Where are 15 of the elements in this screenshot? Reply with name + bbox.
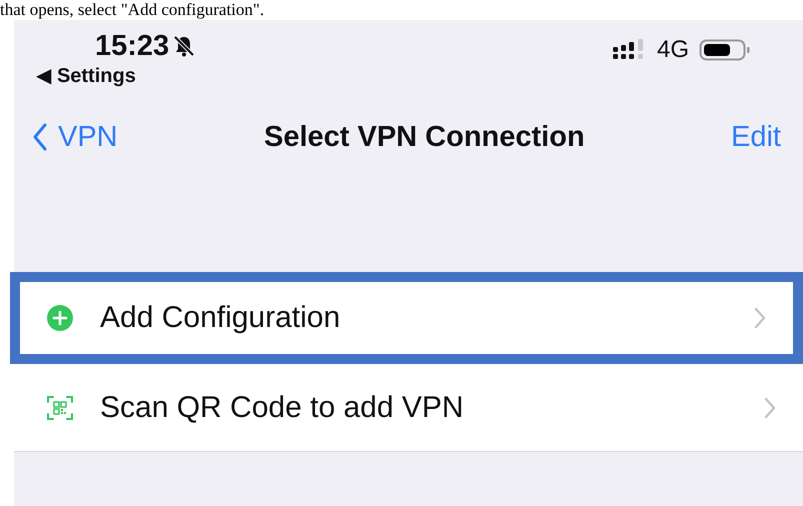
back-to-app-link[interactable]: ◀ Settings [36,64,196,88]
row-label: Add Configuration [100,301,342,335]
list-row[interactable]: Scan QR Code to add VPN [14,364,803,452]
chevron-left-icon [32,123,48,151]
screen-title: Select VPN Connection [264,120,585,154]
plus-circle-icon [46,304,74,332]
network-type: 4G [656,36,689,64]
battery-icon [699,38,751,62]
chevron-right-icon [753,306,767,330]
caption-text: that opens, select "Add configuration". [0,0,264,20]
row-label: Scan QR Code to add VPN [100,390,465,424]
list-row[interactable]: Add Configuration [10,272,803,364]
chevron-right-icon [763,396,777,420]
clock-time: 15:23 [95,30,170,62]
qr-code-icon [46,394,74,422]
